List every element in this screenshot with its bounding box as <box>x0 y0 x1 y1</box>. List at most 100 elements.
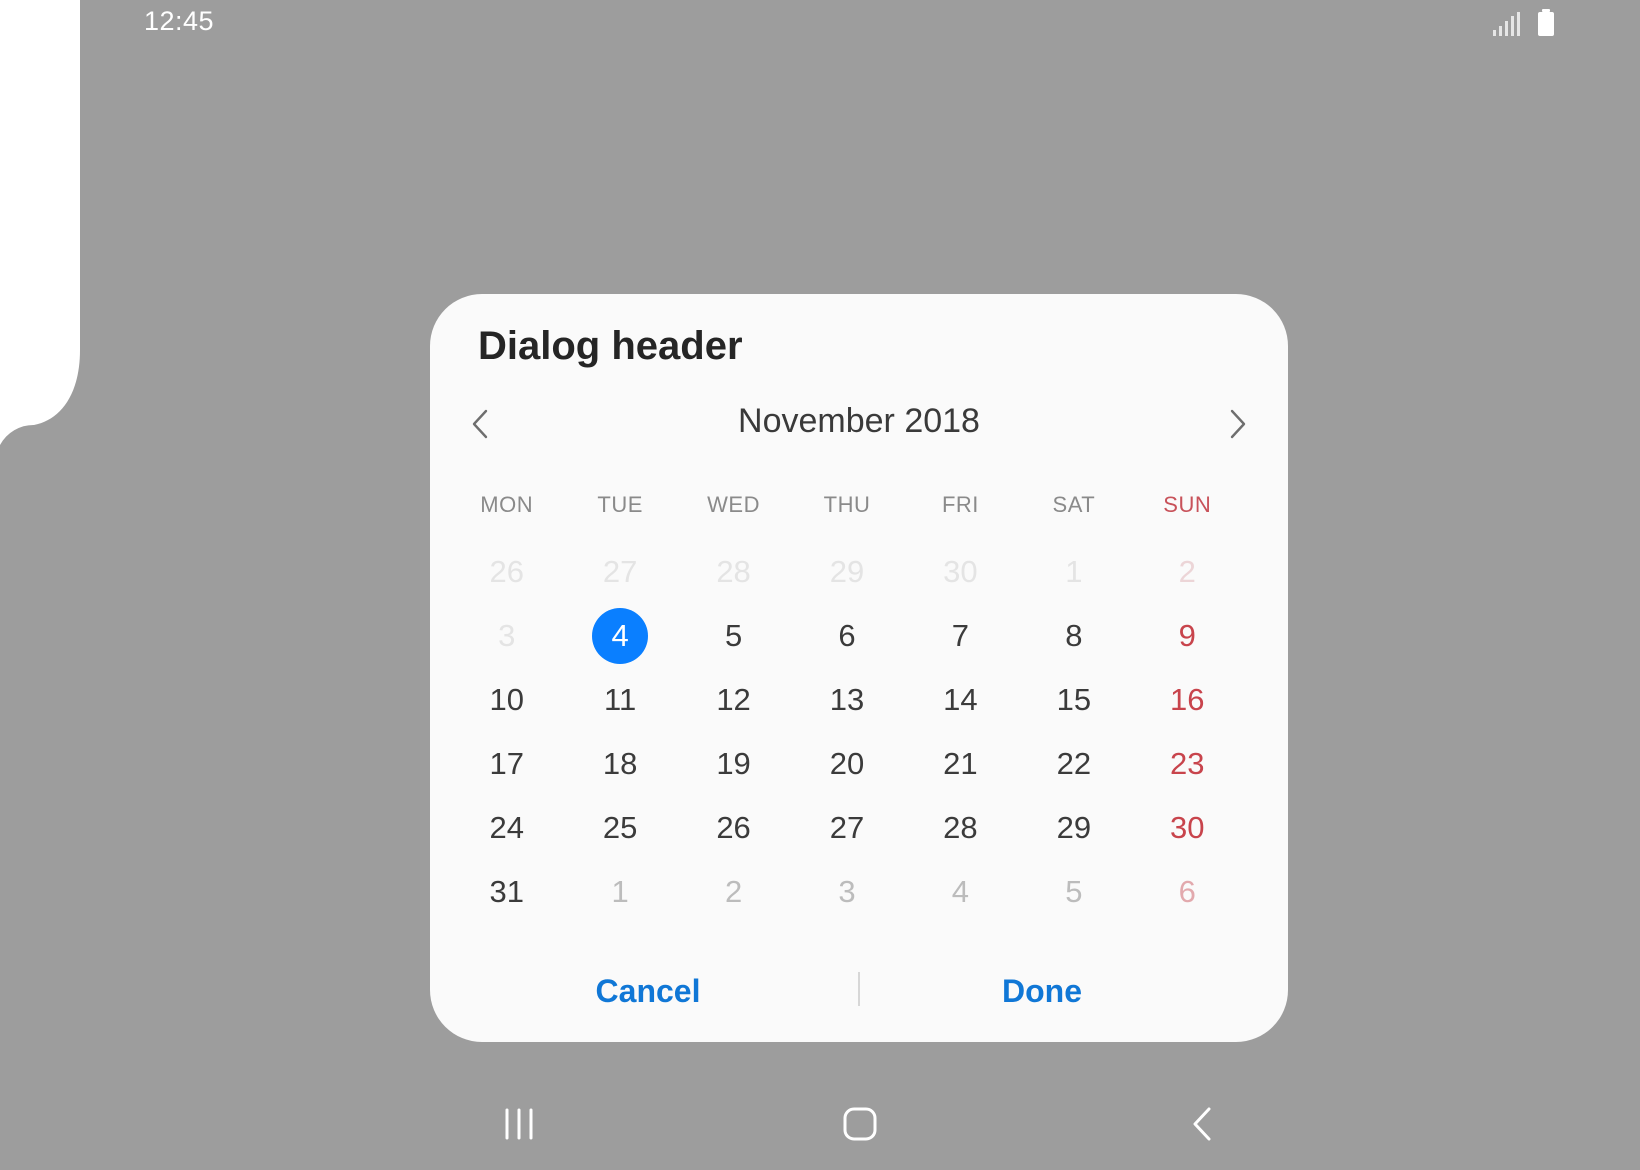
day-cell[interactable]: 29 <box>1017 796 1130 860</box>
day-cell[interactable]: 1 <box>563 860 676 924</box>
day-cell[interactable]: 31 <box>450 860 563 924</box>
day-number: 30 <box>943 554 978 589</box>
day-number: 28 <box>716 554 751 589</box>
day-number: 2 <box>1178 554 1196 589</box>
day-number: 5 <box>724 618 743 653</box>
day-cell[interactable]: 23 <box>1131 732 1244 796</box>
day-number: 28 <box>943 810 978 845</box>
month-label[interactable]: November 2018 <box>430 402 1288 441</box>
day-number: 7 <box>951 618 970 653</box>
day-number: 27 <box>602 554 638 589</box>
day-cell[interactable]: 5 <box>1017 860 1130 924</box>
device-screen: 12:45 Dialog header November 2018 MON TUE… <box>0 0 1640 1170</box>
navigation-bar <box>0 1080 1640 1160</box>
day-cell[interactable]: 30 <box>1131 796 1244 860</box>
day-number: 29 <box>829 554 865 589</box>
day-number: 5 <box>1065 874 1083 909</box>
day-cell[interactable]: 26 <box>677 796 790 860</box>
day-cell[interactable]: 25 <box>563 796 676 860</box>
day-number: 20 <box>829 746 865 781</box>
day-number: 1 <box>1065 554 1083 589</box>
back-button[interactable] <box>1182 1104 1222 1144</box>
day-cell[interactable]: 28 <box>677 540 790 604</box>
cancel-button[interactable]: Cancel <box>498 966 798 1016</box>
day-cell[interactable]: 6 <box>1131 860 1244 924</box>
day-number: 27 <box>829 810 865 845</box>
day-cell[interactable]: 1 <box>1017 540 1130 604</box>
weekday-label-thu: THU <box>823 492 871 517</box>
day-number: 10 <box>489 682 524 717</box>
day-number: 9 <box>1178 618 1196 653</box>
day-number: 26 <box>716 810 751 845</box>
day-number: 14 <box>943 682 978 717</box>
recents-button[interactable] <box>498 1104 540 1144</box>
day-number: 29 <box>1056 810 1092 845</box>
day-cell[interactable]: 16 <box>1131 668 1244 732</box>
day-cell[interactable]: 17 <box>450 732 563 796</box>
dialog-title: Dialog header <box>478 324 743 368</box>
day-cell[interactable]: 2 <box>677 860 790 924</box>
day-number: 17 <box>489 746 524 781</box>
day-number: 25 <box>602 810 638 845</box>
day-cell[interactable]: 3 <box>790 860 903 924</box>
day-cell[interactable]: 12 <box>677 668 790 732</box>
home-button[interactable] <box>838 1104 882 1144</box>
day-number: 26 <box>489 554 524 589</box>
date-picker-dialog: Dialog header November 2018 MON TUE WED THU… <box>430 294 1288 1042</box>
day-cell[interactable]: 27 <box>563 540 676 604</box>
day-cell[interactable]: 10 <box>450 668 563 732</box>
day-cell[interactable]: 20 <box>790 732 903 796</box>
home-icon <box>843 1107 877 1141</box>
day-cell[interactable]: 2 <box>1131 540 1244 604</box>
dialog-actions: Cancel Done <box>430 952 1288 1042</box>
next-month-button[interactable] <box>1214 400 1262 448</box>
day-cell[interactable]: 18 <box>563 732 676 796</box>
day-number: 24 <box>489 810 524 845</box>
day-cell[interactable]: 9 <box>1131 604 1244 668</box>
status-icons <box>1493 9 1554 36</box>
weekday-label-tue: TUE <box>597 492 643 517</box>
day-number: 3 <box>838 874 856 909</box>
done-button[interactable]: Done <box>892 966 1192 1016</box>
weekday-label-sun: SUN <box>1163 492 1212 517</box>
day-cell[interactable]: 13 <box>790 668 903 732</box>
day-cell[interactable]: 3 <box>450 604 563 668</box>
day-cell[interactable]: 21 <box>904 732 1017 796</box>
day-number: 23 <box>1170 746 1205 781</box>
day-cell[interactable]: 26 <box>450 540 563 604</box>
day-number: 31 <box>489 874 524 909</box>
day-number: 4 <box>951 874 970 909</box>
day-number: 15 <box>1056 682 1092 717</box>
day-cell[interactable]: 4 <box>904 860 1017 924</box>
day-cell[interactable]: 7 <box>904 604 1017 668</box>
day-number: 6 <box>838 618 856 653</box>
day-cell[interactable]: 8 <box>1017 604 1130 668</box>
day-cell[interactable]: 11 <box>563 668 676 732</box>
calendar-grid: MON TUE WED THU FRI SAT SUN 26 27 28 29 30 1 2 3 4 5 6 7 8 9… <box>450 468 1244 924</box>
day-cell[interactable]: 24 <box>450 796 563 860</box>
action-divider <box>858 972 860 1006</box>
weekday-label-fri: FRI <box>941 492 979 517</box>
weekday-label-wed: WED <box>707 492 760 517</box>
day-cell[interactable]: 22 <box>1017 732 1130 796</box>
day-cell[interactable]: 5 <box>677 604 790 668</box>
status-time: 12:45 <box>144 6 215 36</box>
day-cell[interactable]: 27 <box>790 796 903 860</box>
day-cell[interactable]: 19 <box>677 732 790 796</box>
chevron-right-icon <box>1230 409 1246 439</box>
day-number: 22 <box>1056 746 1092 781</box>
day-cell[interactable]: 14 <box>904 668 1017 732</box>
day-cell[interactable]: 15 <box>1017 668 1130 732</box>
weekday-label-sat: SAT <box>1052 492 1096 517</box>
day-cell[interactable]: 30 <box>904 540 1017 604</box>
day-cell[interactable]: 6 <box>790 604 903 668</box>
day-number: 11 <box>604 682 637 717</box>
day-cell[interactable]: 28 <box>904 796 1017 860</box>
day-cell[interactable]: 29 <box>790 540 903 604</box>
battery-icon <box>1538 9 1554 36</box>
selected-day-cell[interactable]: 4 <box>563 604 676 668</box>
month-navigation: November 2018 <box>430 394 1288 458</box>
day-number: 4 <box>592 608 649 664</box>
day-number: 6 <box>1178 874 1196 909</box>
day-number: 21 <box>943 746 978 781</box>
